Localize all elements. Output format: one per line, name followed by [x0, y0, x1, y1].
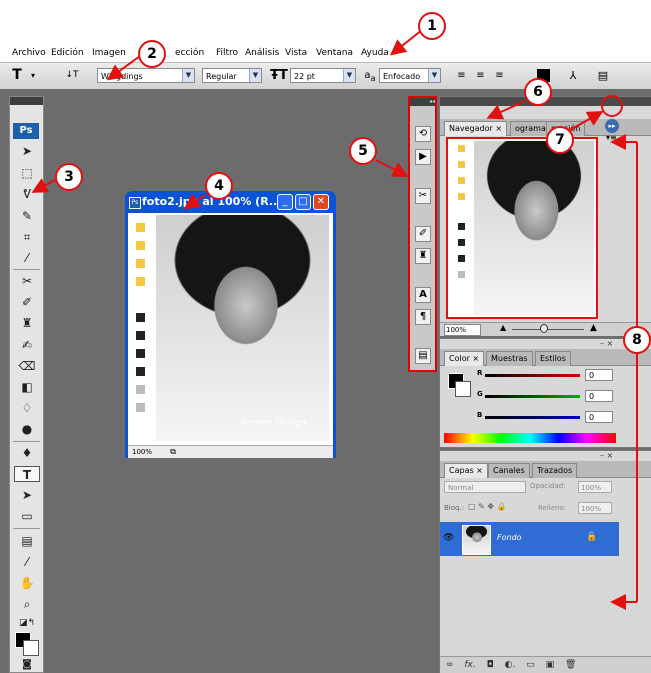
annotation-badge-4: 4: [205, 172, 233, 200]
panel-expand-highlight: [601, 95, 623, 117]
annotation-badge-3: 3: [55, 163, 83, 191]
annotation-badge-7: 7: [546, 126, 574, 154]
annotation-badge-5: 5: [349, 137, 377, 165]
arrow-2: [106, 55, 141, 81]
arrow-3: [31, 178, 56, 193]
arrow-1: [389, 29, 423, 56]
arrow-5: [375, 159, 409, 177]
annotation-arrows: [31, 29, 638, 610]
arrow-7: [567, 111, 604, 132]
annotation-badge-1: 1: [418, 12, 446, 40]
annotation-badge-8: 8: [623, 326, 651, 354]
arrow-6: [486, 100, 526, 120]
arrow-4: [183, 193, 206, 210]
annotation-badge-6: 6: [524, 78, 552, 106]
annotation-badge-2: 2: [138, 40, 166, 68]
